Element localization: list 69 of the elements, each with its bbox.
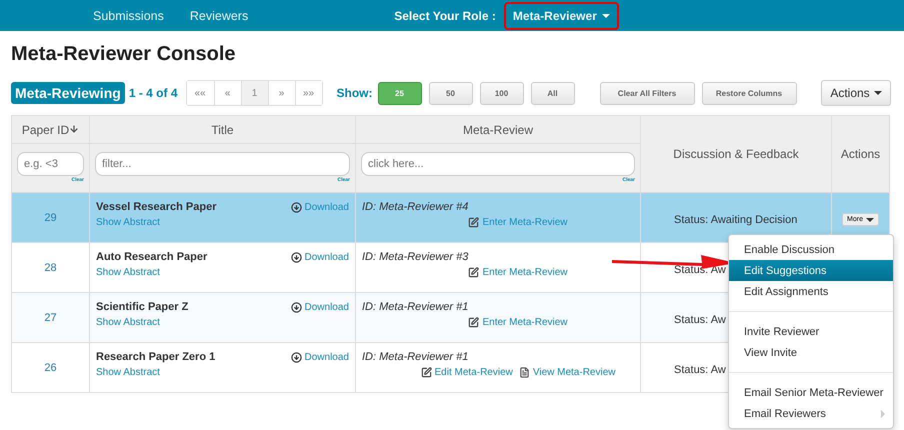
show-abstract-link[interactable]: Show Abstract [96,267,160,278]
paper-id[interactable]: 26 [18,362,83,374]
page-size-button[interactable]: 100 [480,82,524,104]
column-header[interactable]: Meta-Review [356,116,640,144]
paper-title: Research Paper Zero 1 [96,351,216,363]
caret-icon [866,218,874,222]
reviewer-id: ID: Meta-Reviewer #4 [362,201,470,213]
paper-title: Vessel Research Paper [96,201,216,213]
status-text: Status: Awaiting Decision [674,214,798,226]
caret-icon [602,14,610,18]
document-icon [518,367,530,378]
edit-icon [468,217,480,228]
download-link[interactable]: Download [290,302,349,312]
meta-review-link[interactable]: Enter Meta-Review [468,267,568,278]
nav-link[interactable]: Submissions [93,8,164,22]
role-dropdown[interactable]: Meta-Reviewer [504,2,619,30]
page-size-button[interactable]: 50 [428,82,472,104]
status-text: Status: Aw [674,314,726,326]
reviewer-id: ID: Meta-Reviewer #1 [362,351,470,363]
paper-title: Auto Research Paper [96,251,208,263]
meta-review-link[interactable]: Enter Meta-Review [468,317,568,328]
menu-item[interactable]: Email Reviewers [729,403,893,424]
status-text: Status: Aw [674,364,726,376]
page-button[interactable]: 1 [240,81,268,105]
show-label: Show: [336,86,372,100]
download-link[interactable]: Download [290,252,349,262]
filter-field[interactable]: filter... [95,152,350,176]
show-abstract-link[interactable]: Show Abstract [96,217,160,228]
toolbar-button[interactable]: Restore Columns [702,82,796,104]
submenu-arrow-icon [881,410,885,418]
paper-id[interactable]: 29 [18,212,83,224]
meta-review-link[interactable]: Edit Meta-Review [420,367,513,378]
edit-icon [468,267,480,278]
column-header[interactable]: Paper ID [12,116,90,144]
filter-field[interactable]: click here... [361,152,635,176]
paper-title: Scientific Paper Z [96,301,188,313]
download-link[interactable]: Download [290,352,349,362]
paper-id[interactable]: 28 [18,262,83,274]
meta-review-link[interactable]: Enter Meta-Review [468,217,568,228]
download-link[interactable]: Download [290,202,349,212]
column-header[interactable]: Title [90,116,356,144]
record-range: 1 - 4 of 4 [128,86,178,100]
actions-button[interactable]: Actions [821,80,891,106]
column-header[interactable]: Actions [832,116,890,192]
menu-item[interactable]: Edit Suggestions [729,260,893,281]
sort-icon [69,124,80,134]
page-size-button[interactable]: All [530,82,574,104]
column-header[interactable]: Discussion & Feedback [640,116,832,192]
meta-review-link[interactable]: View Meta-Review [518,367,616,378]
toolbar-button[interactable]: Clear All Filters [600,82,694,104]
filter-field[interactable]: e.g. <3 [17,152,84,176]
download-icon [290,202,302,212]
reviewer-id: ID: Meta-Reviewer #1 [362,301,470,313]
show-abstract-link[interactable]: Show Abstract [96,317,160,328]
paper-id[interactable]: 27 [18,312,83,324]
page-button[interactable]: »» [294,81,322,105]
download-icon [290,352,302,362]
edit-icon [468,317,480,328]
download-icon [290,252,302,262]
page-title: Meta-Reviewer Console [11,43,237,66]
nav-link[interactable]: Reviewers [190,8,248,22]
download-icon [290,302,302,312]
page-size-button[interactable]: 25 [378,82,422,104]
reviewer-id: ID: Meta-Reviewer #3 [362,251,470,263]
caret-icon [874,91,882,95]
edit-icon [420,367,432,378]
section-label: Meta-Reviewing [11,82,125,104]
role-label: Select Your Role : [394,8,496,22]
show-abstract-link[interactable]: Show Abstract [96,367,160,378]
